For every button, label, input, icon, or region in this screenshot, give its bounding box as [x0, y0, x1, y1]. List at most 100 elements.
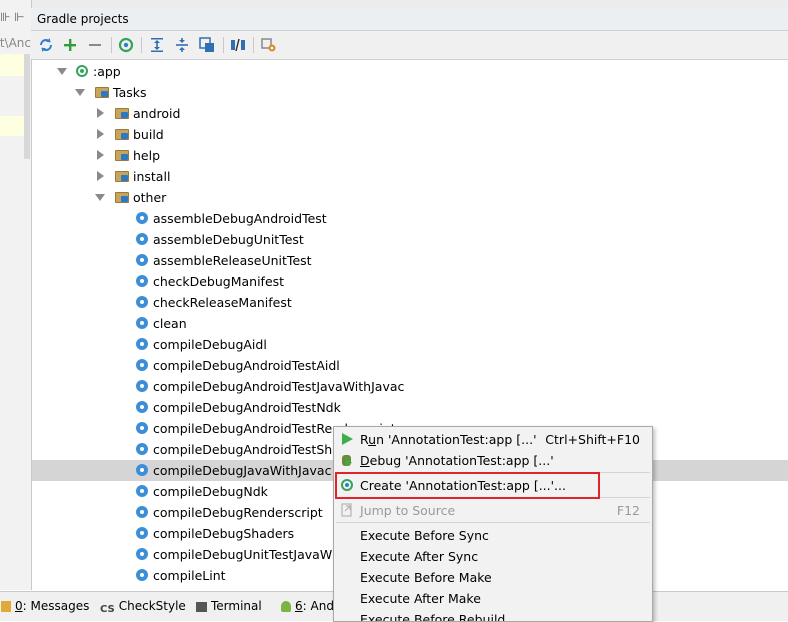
highlight-annotation-box	[335, 472, 600, 499]
tree-row-task[interactable]: compileDebugAndroidTestNdk	[32, 397, 788, 418]
menu-item-label: Execute Before Rebuild	[360, 612, 506, 622]
expand-arrow-icon[interactable]	[95, 194, 105, 201]
collapse-arrow-icon[interactable]	[97, 171, 104, 181]
execute-before-make-menu-item[interactable]: Execute Before Make	[334, 567, 652, 588]
task-label: assembleReleaseUnitTest	[153, 253, 312, 268]
execute-before-rebuild-menu-item[interactable]: Execute Before Rebuild	[334, 609, 652, 622]
menu-item-shortcut: Ctrl+Shift+F10	[545, 432, 640, 447]
gradle-panel-header: Gradle projects	[31, 8, 788, 31]
tree-row-group[interactable]: other	[32, 187, 788, 208]
run-icon	[340, 432, 354, 446]
editor-side-strip: ⊪ ⊩ t\Anc earch ss	[0, 0, 32, 590]
gear-icon	[135, 316, 149, 330]
execute-before-sync-menu-item[interactable]: Execute Before Sync	[334, 525, 652, 546]
expand-all-icon[interactable]	[148, 36, 166, 54]
gear-icon	[135, 421, 149, 435]
tree-row-task[interactable]: checkDebugManifest	[32, 271, 788, 292]
tree-row-task[interactable]: compileDebugAidl	[32, 334, 788, 355]
toggle-offline-icon[interactable]	[229, 36, 247, 54]
left-toolbar-icons[interactable]: ⊪ ⊩	[0, 8, 31, 30]
gear-icon	[135, 547, 149, 561]
gear-icon	[135, 379, 149, 393]
gear-icon	[135, 274, 149, 288]
debug-icon	[340, 453, 354, 467]
debug-menu-item[interactable]: Debug 'AnnotationTest:app [...'	[334, 450, 652, 471]
tree-row-task[interactable]: checkReleaseManifest	[32, 292, 788, 313]
task-label: compileDebugAndroidTestNdk	[153, 400, 341, 415]
tree-row-tasks[interactable]: Tasks	[32, 82, 788, 103]
execute-after-make-menu-item[interactable]: Execute After Make	[334, 588, 652, 609]
tree-row-group[interactable]: build	[32, 124, 788, 145]
checkstyle-tab-label: CheckStyle	[118, 599, 186, 613]
gear-icon	[135, 358, 149, 372]
folder-icon	[115, 106, 129, 120]
tree-row-task[interactable]: assembleDebugAndroidTest	[32, 208, 788, 229]
group-label: build	[133, 127, 164, 142]
editor-scrollbar[interactable]	[24, 54, 30, 159]
gear-icon	[135, 337, 149, 351]
task-label: compileDebugJavaWithJavac	[153, 463, 332, 478]
refresh-icon[interactable]	[37, 36, 55, 54]
menu-item-label: Execute After Make	[360, 591, 481, 606]
android-tab[interactable]: 6: Andr	[281, 599, 339, 613]
task-label: compileDebugAndroidTestAidl	[153, 358, 340, 373]
gear-icon	[135, 232, 149, 246]
tree-row-group[interactable]: android	[32, 103, 788, 124]
gear-icon	[135, 253, 149, 267]
remove-icon[interactable]	[86, 36, 104, 54]
messages-tab[interactable]: 0: Messages	[1, 599, 89, 613]
tree-row-task[interactable]: compileDebugAndroidTestJavaWithJavac	[32, 376, 788, 397]
attach-project-icon[interactable]	[198, 36, 216, 54]
tasks-label: Tasks	[113, 85, 147, 100]
toolbar-separator	[111, 37, 112, 53]
expand-arrow-icon[interactable]	[75, 89, 85, 96]
folder-icon	[115, 169, 129, 183]
tree-row-module[interactable]: :app	[32, 61, 788, 82]
context-menu: Run 'AnnotationTest:app [...' Ctrl+Shift+…	[333, 426, 653, 622]
task-label: checkReleaseManifest	[153, 295, 292, 310]
messages-icon	[1, 601, 11, 612]
expand-arrow-icon[interactable]	[57, 68, 67, 75]
task-label: compileDebugAidl	[153, 337, 267, 352]
group-label: help	[133, 148, 161, 163]
collapse-arrow-icon[interactable]	[97, 150, 104, 160]
gear-icon	[135, 505, 149, 519]
tree-row-task[interactable]: assembleDebugUnitTest	[32, 229, 788, 250]
gear-icon	[135, 463, 149, 477]
module-icon	[75, 64, 89, 78]
run-menu-item[interactable]: Run 'AnnotationTest:app [...' Ctrl+Shift+…	[334, 429, 652, 450]
toolbar-separator	[253, 37, 254, 53]
collapse-arrow-icon[interactable]	[97, 129, 104, 139]
menu-item-label: Execute Before Sync	[360, 528, 489, 543]
checkstyle-icon: CS	[100, 604, 115, 615]
task-label: assembleDebugAndroidTest	[153, 211, 327, 226]
menu-item-label: Run 'AnnotationTest:app [...'	[360, 432, 537, 447]
execute-task-icon[interactable]	[117, 36, 135, 54]
module-label: :app	[93, 64, 121, 79]
gear-icon	[135, 526, 149, 540]
gradle-settings-icon[interactable]	[260, 36, 278, 54]
toolbar-separator	[141, 37, 142, 53]
task-label: clean	[153, 316, 187, 331]
menu-item-label: Debug 'AnnotationTest:app [...'	[360, 453, 554, 468]
folder-icon	[115, 127, 129, 141]
jump-to-source-icon	[340, 503, 354, 517]
task-label: compileDebugNdk	[153, 484, 268, 499]
terminal-tab[interactable]: Terminal	[196, 599, 262, 613]
messages-tab-label: 0: Messages	[15, 599, 90, 613]
tree-row-group[interactable]: install	[32, 166, 788, 187]
collapse-arrow-icon[interactable]	[97, 108, 104, 118]
add-icon[interactable]	[61, 36, 79, 54]
tree-row-group[interactable]: help	[32, 145, 788, 166]
collapse-all-icon[interactable]	[173, 36, 191, 54]
tree-row-task[interactable]: compileDebugAndroidTestAidl	[32, 355, 788, 376]
split-icon[interactable]: ⊪ ⊩	[0, 10, 25, 24]
gear-icon	[135, 484, 149, 498]
tree-row-task[interactable]: clean	[32, 313, 788, 334]
gear-icon	[135, 400, 149, 414]
checkstyle-tab[interactable]: CS CheckStyle	[100, 599, 186, 616]
execute-after-sync-menu-item[interactable]: Execute After Sync	[334, 546, 652, 567]
tree-row-task[interactable]: assembleReleaseUnitTest	[32, 250, 788, 271]
toolbar-separator	[223, 37, 224, 53]
menu-item-label: Jump to Source	[360, 503, 456, 518]
